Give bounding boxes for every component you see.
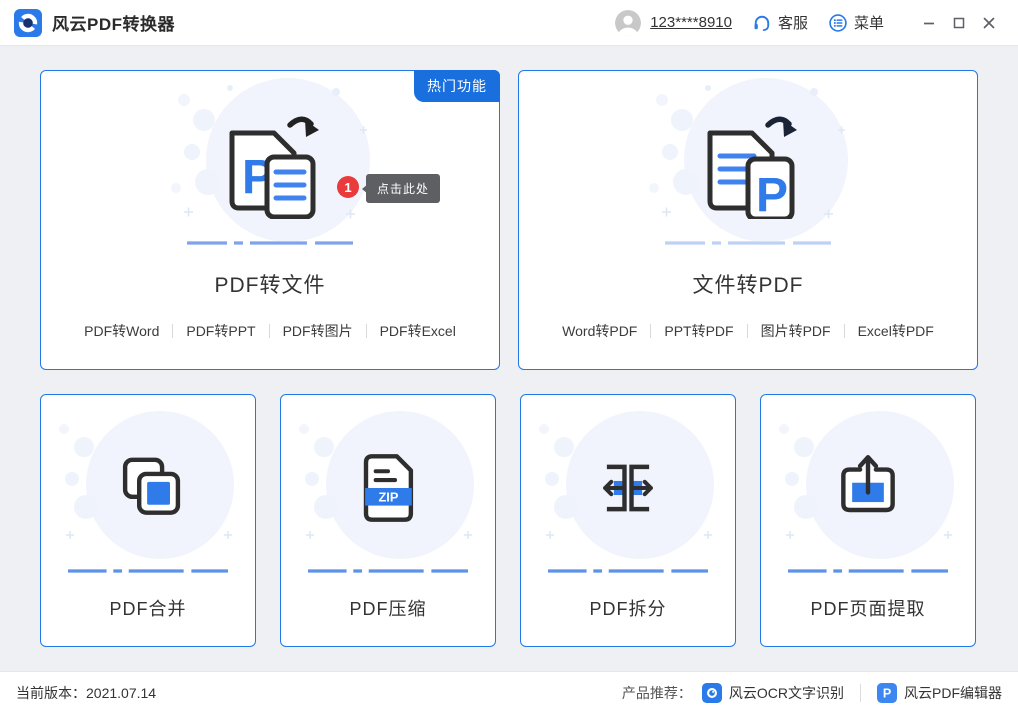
dash-divider [308,569,468,573]
file-to-pdf-icon: P [682,107,814,219]
zip-label: ZIP [379,490,399,505]
statusbar: 当前版本：2021.07.14 产品推荐： 风云OCR文字识别 P 风云PDF编… [0,671,1018,713]
dash-divider [788,569,948,573]
pdf-compress-art: ZIP [281,395,495,567]
menu-label: 菜单 [854,12,884,33]
app-logo-icon [14,9,42,37]
card-title: PDF转文件 [41,269,499,299]
maximize-icon [952,16,966,30]
card-title: PDF合并 [41,595,255,621]
divider [844,324,845,338]
card-pdf-compress[interactable]: ZIP PDF压缩 [280,394,496,647]
card-title: PDF拆分 [521,595,735,621]
card-title: 文件转PDF [519,269,977,299]
notification-badge: 1 [337,176,359,198]
doc-letter-p: P [756,169,788,219]
ocr-logo-icon [702,683,722,703]
link-image-to-pdf[interactable]: 图片转PDF [761,321,831,341]
card-file-to-pdf[interactable]: P 文件转PDF Word转PDF PPT转PDF 图片转PDF Excel转P… [518,70,978,370]
dash-divider [187,241,353,245]
hot-feature-badge: 热门功能 [414,70,500,102]
card-pdf-merge[interactable]: PDF合并 [40,394,256,647]
titlebar: 风云PDF转换器 123****8910 客服 [0,0,1018,46]
pdf-compress-zip-icon: ZIP [344,444,432,532]
app-window: 风云PDF转换器 123****8910 客服 [0,0,1018,713]
headset-icon [752,13,772,33]
divider [366,324,367,338]
menu-icon [828,13,848,33]
dash-divider [68,569,228,573]
close-button[interactable] [974,8,1004,38]
card-title: PDF压缩 [281,595,495,621]
dash-divider [548,569,708,573]
card-title: PDF页面提取 [761,595,975,621]
tools-row: PDF合并 Z [40,394,978,647]
avatar[interactable] [615,10,641,36]
app-brand: 风云PDF转换器 [14,9,175,37]
version-label: 当前版本：2021.07.14 [16,683,156,703]
divider [172,324,173,338]
divider [747,324,748,338]
link-excel-to-pdf[interactable]: Excel转PDF [858,321,934,341]
pdf-page-extract-icon [824,444,912,532]
product-editor-link[interactable]: P 风云PDF编辑器 [877,683,1002,703]
pdf-editor-logo-icon: P [877,683,897,703]
pdf-merge-art [41,395,255,567]
titlebar-right: 123****8910 客服 菜单 [615,8,1004,38]
customer-service-label: 客服 [778,12,808,33]
pdf-page-extract-art [761,395,975,567]
sub-items: PDF转Word PDF转PPT PDF转图片 PDF转Excel [41,321,499,341]
recommend-label: 产品推荐： [622,683,692,703]
card-pdf-split[interactable]: PDF拆分 [520,394,736,647]
divider [650,324,651,338]
product-recommendations: 产品推荐： 风云OCR文字识别 P 风云PDF编辑器 [622,683,1002,703]
account-link[interactable]: 123****8910 [650,14,732,31]
minimize-icon [922,16,936,30]
pdf-to-file-icon: P [204,107,336,219]
product-editor-label: 风云PDF编辑器 [904,683,1002,703]
window-controls [914,8,1004,38]
hero-row: 热门功能 [40,70,978,370]
editor-letter-p: P [883,686,891,700]
minimize-button[interactable] [914,8,944,38]
link-pdf-to-word[interactable]: PDF转Word [84,321,159,341]
main-content: 热门功能 [0,46,1018,671]
menu-button[interactable]: 菜单 [828,12,884,33]
link-word-to-pdf[interactable]: Word转PDF [562,321,637,341]
close-icon [982,16,996,30]
customer-service-button[interactable]: 客服 [752,12,808,33]
click-here-tooltip: 点击此处 [366,174,440,203]
pdf-split-art [521,395,735,567]
product-ocr-label: 风云OCR文字识别 [729,683,844,703]
link-pdf-to-ppt[interactable]: PDF转PPT [186,321,255,341]
file-to-pdf-art: P [519,71,977,241]
dash-divider [665,241,831,245]
link-pdf-to-excel[interactable]: PDF转Excel [380,321,456,341]
app-title: 风云PDF转换器 [52,10,175,35]
pdf-split-icon [584,444,672,532]
divider [860,684,861,702]
product-ocr-link[interactable]: 风云OCR文字识别 [702,683,844,703]
card-pdf-page-extract[interactable]: PDF页面提取 [760,394,976,647]
divider [269,324,270,338]
link-ppt-to-pdf[interactable]: PPT转PDF [664,321,733,341]
link-pdf-to-image[interactable]: PDF转图片 [283,321,353,341]
card-pdf-to-file[interactable]: 热门功能 [40,70,500,370]
sub-items: Word转PDF PPT转PDF 图片转PDF Excel转PDF [519,321,977,341]
maximize-button[interactable] [944,8,974,38]
pdf-merge-icon [104,444,192,532]
